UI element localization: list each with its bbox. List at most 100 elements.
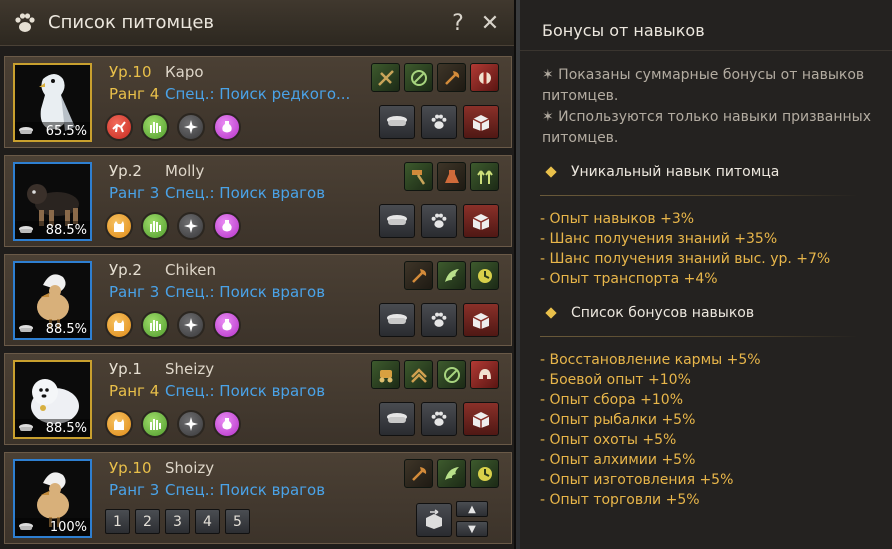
compass-icon[interactable] [177, 113, 205, 141]
compass-icon[interactable] [177, 311, 205, 339]
hunger-value: 88.5% [45, 222, 87, 238]
hunger-indicator: 100% [15, 518, 90, 536]
pet-rank: Ранг 3 [109, 283, 160, 301]
pet-card-karo[interactable]: 65.5% Ур.10 Ранг 4 Каро Спец.: Поиск ред… [4, 56, 512, 148]
helmet-skill-icon[interactable] [470, 360, 499, 389]
compass-icon[interactable] [177, 410, 205, 438]
note-summary: ✶ Показаны суммарные бонусы от навыков п… [542, 67, 865, 104]
pet-card-chiken[interactable]: 88.5% Ур.2 Ранг 3 Chiken Спец.: Поиск вр… [4, 254, 512, 346]
carriage-skill-icon[interactable] [371, 360, 400, 389]
feed-button[interactable] [379, 303, 415, 337]
pet-portrait[interactable]: 65.5% [13, 63, 92, 142]
hunger-value: 100% [49, 519, 87, 535]
wing-skill-icon[interactable] [437, 261, 466, 290]
pet-portrait[interactable]: 88.5% [13, 261, 92, 340]
hunting-skill-icon[interactable] [371, 63, 400, 92]
move-up-button[interactable]: ▲ [456, 501, 488, 517]
help-button[interactable]: ? [446, 9, 470, 37]
bonus-window-title: Бонусы от навыков [542, 21, 705, 40]
page-button-2[interactable]: 2 [135, 509, 160, 534]
pet-name: Chiken [165, 261, 217, 279]
hand-icon[interactable] [141, 212, 169, 240]
speed-skill-icon[interactable] [470, 261, 499, 290]
cat-icon[interactable] [105, 212, 133, 240]
list-item: - Боевой опыт +10% [540, 372, 691, 388]
page-button-3[interactable]: 3 [165, 509, 190, 534]
list-item: - Восстановление кармы +5% [540, 352, 761, 368]
skill-bonus-window: Бонусы от навыков ✶ Показаны суммарные б… [520, 0, 892, 549]
unique-skill-section-title: Уникальный навык питомца [544, 164, 779, 180]
pet-level: Ур.10 [109, 63, 152, 81]
paw-icon [431, 114, 447, 129]
bowl-icon [19, 226, 33, 233]
paw-action-button[interactable] [421, 402, 457, 436]
arrows-skill-icon[interactable] [470, 162, 499, 191]
speed-skill-icon[interactable] [470, 459, 499, 488]
hand-icon[interactable] [141, 410, 169, 438]
bowl-icon [387, 314, 407, 324]
list-item: - Опыт торговли +5% [540, 492, 700, 508]
list-item: - Опыт рыбалки +5% [540, 412, 696, 428]
hunger-value: 88.5% [45, 420, 87, 436]
pet-action-row [379, 204, 499, 238]
hand-icon[interactable] [141, 311, 169, 339]
pet-portrait[interactable]: 88.5% [13, 360, 92, 439]
close-button[interactable]: ✕ [478, 9, 502, 37]
axe-skill-icon[interactable] [404, 459, 433, 488]
pet-skill-row [404, 261, 499, 290]
pet-window-header[interactable]: Список питомцев [0, 0, 514, 46]
page-button-4[interactable]: 4 [195, 509, 220, 534]
paw-action-button[interactable] [421, 303, 457, 337]
alchemy-skill-icon[interactable] [437, 162, 466, 191]
running-pet-icon[interactable] [105, 113, 133, 141]
unseal-button[interactable] [463, 402, 499, 436]
paw-action-button[interactable] [421, 204, 457, 238]
page-button-5[interactable]: 5 [225, 509, 250, 534]
page-button-1[interactable]: 1 [105, 509, 130, 534]
pet-card-molly[interactable]: 88.5% Ур.2 Ранг 3 Molly Спец.: Поиск вра… [4, 155, 512, 247]
combat-skill-icon[interactable] [470, 63, 499, 92]
paw-action-button[interactable] [421, 105, 457, 139]
pet-portrait[interactable]: 88.5% [13, 162, 92, 241]
unseal-button[interactable] [463, 303, 499, 337]
gathering-skill-icon[interactable] [437, 360, 466, 389]
feed-button[interactable] [379, 402, 415, 436]
potion-icon[interactable] [213, 212, 241, 240]
pet-list: 65.5% Ур.10 Ранг 4 Каро Спец.: Поиск ред… [4, 56, 512, 549]
feed-button[interactable] [379, 204, 415, 238]
potion-icon[interactable] [213, 311, 241, 339]
axe-skill-icon[interactable] [404, 261, 433, 290]
list-item: - Опыт охоты +5% [540, 432, 677, 448]
box-icon [472, 214, 490, 230]
list-item: - Опыт транспорта +4% [540, 271, 718, 287]
bonus-list: - Восстановление кармы +5% - Боевой опыт… [540, 350, 761, 510]
pet-card-sheizy[interactable]: 88.5% Ур.1 Ранг 4 Sheizy Спец.: Поиск вр… [4, 353, 512, 445]
cat-icon[interactable] [105, 410, 133, 438]
paw-icon [12, 10, 38, 36]
potion-icon[interactable] [213, 410, 241, 438]
feed-button[interactable] [379, 105, 415, 139]
wing-skill-icon[interactable] [437, 459, 466, 488]
unseal-button[interactable] [463, 204, 499, 238]
hand-icon[interactable] [141, 113, 169, 141]
compass-icon[interactable] [177, 212, 205, 240]
pet-specialty: Спец.: Поиск врагов [165, 184, 326, 202]
unseal-button[interactable] [463, 105, 499, 139]
list-item: - Опыт алхимии +5% [540, 452, 696, 468]
axe-skill-icon[interactable] [437, 63, 466, 92]
box-icon [472, 313, 490, 329]
pet-portrait[interactable]: 100% [13, 459, 92, 538]
pet-trait-row [105, 311, 241, 339]
hunger-indicator: 88.5% [15, 320, 90, 338]
list-item: - Опыт сбора +10% [540, 392, 683, 408]
move-down-button[interactable]: ▼ [456, 521, 488, 537]
chevron-skill-icon[interactable] [404, 360, 433, 389]
bowl-icon [19, 424, 33, 431]
hammer-skill-icon[interactable] [404, 162, 433, 191]
potion-icon[interactable] [213, 113, 241, 141]
pet-card-shoizy[interactable]: 100% Ур.10 Ранг 3 Shoizy Спец.: Поиск вр… [4, 452, 512, 544]
cat-icon[interactable] [105, 311, 133, 339]
hunger-value: 88.5% [45, 321, 87, 337]
summon-button[interactable] [416, 503, 452, 537]
gathering-skill-icon[interactable] [404, 63, 433, 92]
